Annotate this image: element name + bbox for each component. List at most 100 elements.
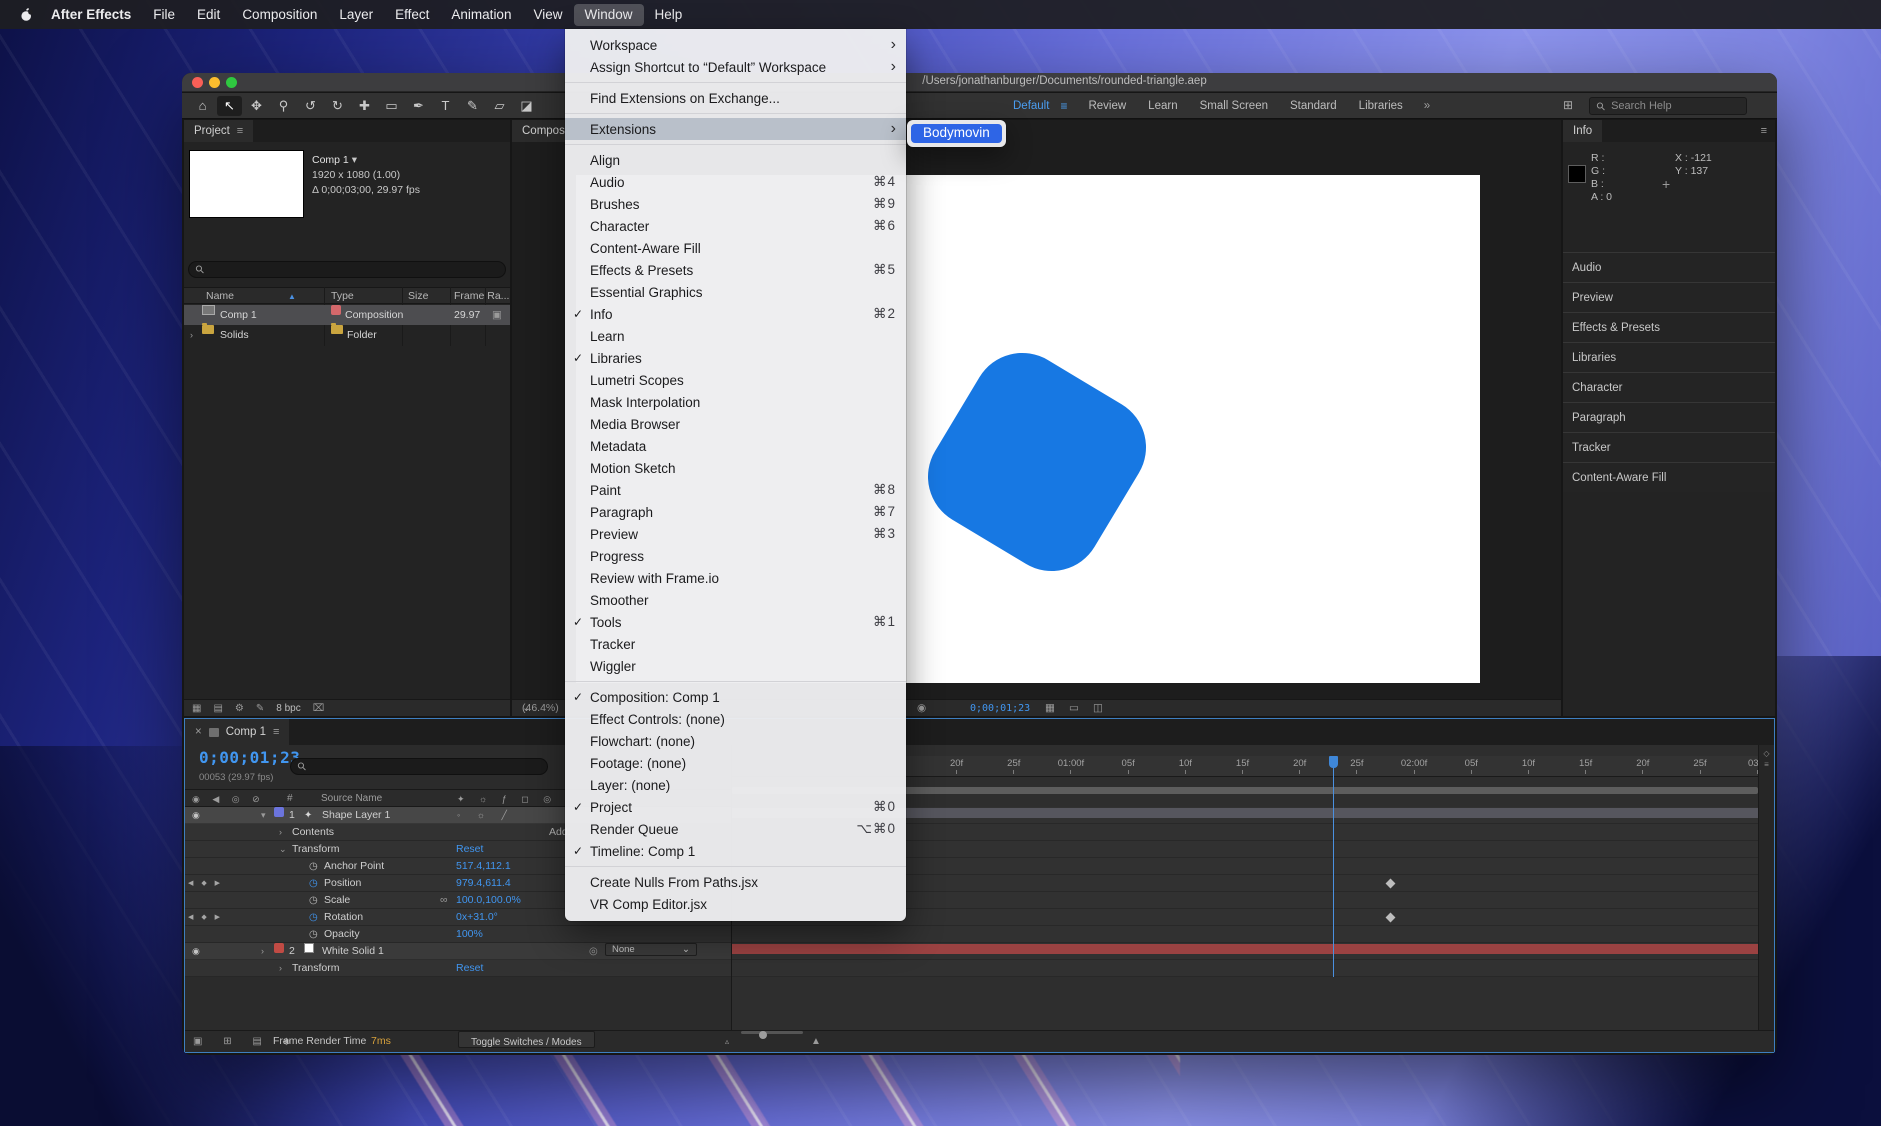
expand-arrow-icon[interactable]: › <box>190 325 193 345</box>
tool-button[interactable]: ✥ <box>244 96 269 116</box>
menu-item[interactable]: Flowchart: (none) <box>565 730 906 752</box>
panel-menu-icon[interactable]: ≡ <box>273 726 279 738</box>
menubar-item[interactable]: Edit <box>186 4 231 26</box>
zoom-level-dropdown[interactable]: (46.4%) ⌄ <box>522 700 531 717</box>
stopwatch-icon[interactable]: ◷ <box>309 926 318 943</box>
project-bit-depth[interactable]: 8 bpc <box>276 703 300 714</box>
project-row-solids[interactable]: › Solids Folder <box>184 325 510 345</box>
visibility-eye-icon[interactable]: ◉ <box>192 943 200 960</box>
menu-item[interactable]: Review with Frame.io <box>565 567 906 589</box>
tool-button[interactable]: ✒ <box>406 96 431 116</box>
snapshot-camera-icon[interactable]: ◉ <box>917 700 926 717</box>
search-help-box[interactable]: ⚲ Search Help <box>1589 97 1747 115</box>
layer-name[interactable]: White Solid 1 <box>322 943 384 960</box>
current-time-indicator-handle[interactable] <box>1329 756 1338 768</box>
toggle-switches-modes-button[interactable]: Toggle Switches / Modes <box>458 1031 595 1048</box>
project-row-comp1[interactable]: Comp 1 Composition 29.97 ▣ <box>184 305 510 325</box>
timeline-search-input[interactable]: ⚲ <box>290 758 548 775</box>
tool-button[interactable]: ▭ <box>379 96 404 116</box>
workspace-overflow-chevron[interactable]: » <box>1414 100 1440 112</box>
constrain-proportions-icon[interactable]: ∞ <box>440 892 448 909</box>
menu-item[interactable]: Preview ⌘3 <box>565 523 906 545</box>
menubar-item[interactable]: Layer <box>328 4 384 26</box>
new-folder-icon[interactable]: ▤ <box>213 703 222 714</box>
trash-icon[interactable]: ⌧ <box>313 703 325 714</box>
menu-item[interactable]: ✓ Timeline: Comp 1 <box>565 840 906 862</box>
menu-item[interactable]: ✓ Tools ⌘1 <box>565 611 906 633</box>
apple-menu[interactable] <box>12 7 40 22</box>
expand-arrow-icon[interactable]: › <box>261 943 264 960</box>
layer-name[interactable]: Shape Layer 1 <box>322 807 390 824</box>
comp-name[interactable]: Comp 1 <box>312 154 349 166</box>
menu-item[interactable]: Learn <box>565 325 906 347</box>
menu-item[interactable]: ✓ Composition: Comp 1 <box>565 686 906 708</box>
blue-rounded-square-shape[interactable] <box>909 334 1164 589</box>
workspace-tab[interactable]: Standard <box>1279 100 1348 112</box>
layer-color-chip[interactable] <box>274 807 284 817</box>
timeline-tab-comp1[interactable]: × Comp 1 ≡ <box>185 719 289 745</box>
menubar-item[interactable]: Help <box>644 4 694 26</box>
menu-item[interactable]: Audio ⌘4 <box>565 171 906 193</box>
menu-item[interactable]: Lumetri Scopes <box>565 369 906 391</box>
menu-item[interactable]: Layer: (none) <box>565 774 906 796</box>
menu-item[interactable]: Paint ⌘8 <box>565 479 906 501</box>
expand-arrow-icon[interactable]: › <box>279 960 282 977</box>
column-type[interactable]: Type <box>331 288 354 305</box>
workspace-tab[interactable]: Learn <box>1137 100 1188 112</box>
new-composition-icon[interactable]: ⚙ <box>235 703 244 714</box>
menu-item-extensions[interactable]: Extensions › <box>565 118 906 140</box>
menu-item[interactable]: Create Nulls From Paths.jsx <box>565 871 906 893</box>
reset-link[interactable]: Reset <box>456 960 483 977</box>
region-of-interest-icon[interactable]: ▭ <box>1069 700 1079 717</box>
tool-button[interactable]: ◪ <box>514 96 539 116</box>
menu-item[interactable]: VR Comp Editor.jsx <box>565 893 906 915</box>
stopwatch-icon[interactable]: ◷ <box>309 892 318 909</box>
expand-arrow-icon[interactable]: › <box>279 824 282 841</box>
menubar-item[interactable]: After Effects <box>40 4 142 26</box>
tool-button[interactable]: ⌂ <box>190 96 215 116</box>
menu-item[interactable]: Effect Controls: (none) <box>565 708 906 730</box>
menu-item[interactable]: Footage: (none) <box>565 752 906 774</box>
docked-panel-tab[interactable]: Content-Aware Fill <box>1563 462 1775 492</box>
item-name[interactable]: Comp 1 <box>220 305 257 325</box>
tool-button[interactable]: ↺ <box>298 96 323 116</box>
layer-switches[interactable]: ◦ ☼ ╱ <box>457 807 514 824</box>
workspace-menu-icon[interactable]: ≡ <box>1060 99 1077 113</box>
property-value[interactable]: 517.4,112.1 <box>456 858 511 875</box>
timeline-zoom-slider[interactable] <box>741 1031 803 1034</box>
docked-panel-tab[interactable]: Preview <box>1563 282 1775 312</box>
workspace-bar-icon[interactable]: ⊞ <box>1563 98 1573 112</box>
tool-button[interactable]: ✚ <box>352 96 377 116</box>
menu-item[interactable]: Smoother <box>565 589 906 611</box>
comp-thumbnail[interactable] <box>190 151 303 217</box>
timeline-scrollbar-strip[interactable]: ◇≡ <box>1758 745 1774 1030</box>
property-value[interactable]: 100.0,100.0% <box>456 892 521 909</box>
zoom-out-mountain-icon[interactable]: ▵ <box>725 1031 729 1052</box>
tool-button[interactable]: T <box>433 96 458 116</box>
project-table-header[interactable]: Name ▲ Type Size Frame Ra... <box>184 287 510 304</box>
property-row-opacity[interactable]: ◷ Opacity 100% <box>185 926 731 943</box>
project-tab[interactable]: Project ≡ <box>184 120 253 142</box>
column-framerate[interactable]: Frame Ra... <box>454 288 509 305</box>
menubar-item[interactable]: Effect <box>384 4 440 26</box>
menubar-item[interactable]: Composition <box>231 4 328 26</box>
tool-button[interactable]: ▱ <box>487 96 512 116</box>
workspace-tab[interactable]: Small Screen <box>1189 100 1279 112</box>
menu-item[interactable]: ✓ Libraries <box>565 347 906 369</box>
docked-panel-tab[interactable]: Tracker <box>1563 432 1775 462</box>
stopwatch-icon-active[interactable]: ◷ <box>309 909 318 926</box>
menu-item[interactable]: Effects & Presets ⌘5 <box>565 259 906 281</box>
preview-timecode[interactable]: 0;00;01;23 <box>970 700 1030 717</box>
column-name[interactable]: Name <box>206 288 234 305</box>
layer-color-chip[interactable] <box>274 943 284 953</box>
parent-pickwhip-icon[interactable]: ◎ <box>589 943 598 960</box>
transparency-grid-icon[interactable]: ◫ <box>1093 700 1103 717</box>
workspace-tab[interactable]: Review <box>1077 100 1137 112</box>
menu-item[interactable]: Metadata <box>565 435 906 457</box>
menu-item[interactable]: Render Queue ⌥⌘0 <box>565 818 906 840</box>
panel-menu-icon[interactable]: ≡ <box>237 125 243 137</box>
resolution-icon[interactable]: ▦ <box>1045 700 1055 717</box>
column-size[interactable]: Size <box>408 288 428 305</box>
project-search-input[interactable]: ⚲ <box>188 261 506 278</box>
menu-item[interactable]: Progress <box>565 545 906 567</box>
